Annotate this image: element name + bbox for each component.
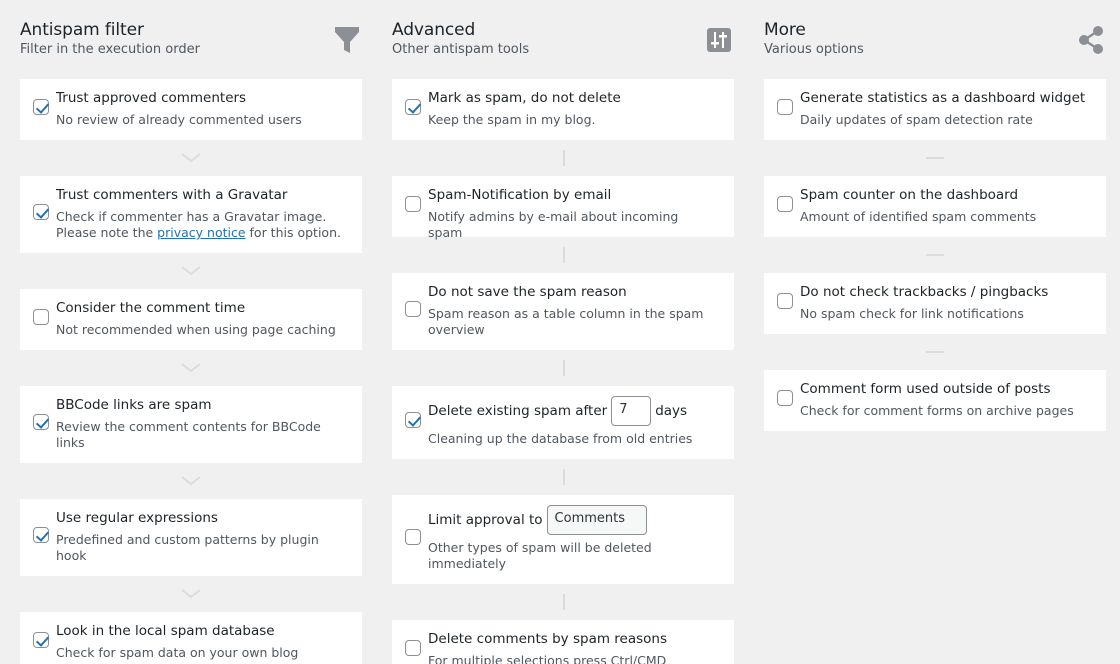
option-description: Keep the spam in my blog.	[428, 112, 596, 127]
label-text: Delete existing spam after	[428, 403, 608, 419]
connector-line	[563, 469, 565, 485]
separator-line	[926, 351, 944, 353]
option-description: Check for spam data on your own blog	[56, 645, 299, 660]
option-no-spam-reason: Do not save the spam reason Spam reason …	[392, 273, 734, 350]
option-description: Not recommended when using page caching	[56, 322, 336, 337]
checkbox[interactable]	[777, 390, 793, 406]
option-description: No review of already commented users	[56, 112, 302, 127]
option-label: Use regular expressions	[56, 510, 218, 526]
checkbox[interactable]	[777, 293, 793, 309]
checkbox[interactable]	[405, 640, 421, 656]
option-label: Delete comments by spam reasons	[428, 631, 667, 647]
checkbox[interactable]	[33, 632, 49, 648]
option-description: Check for comment forms on archive pages	[800, 403, 1074, 418]
option-label: Delete existing spam after 7 days	[428, 396, 720, 426]
checkbox[interactable]	[777, 196, 793, 212]
option-label: Trust approved commenters	[56, 90, 247, 106]
option-spam-counter: Spam counter on the dashboard Amount of …	[764, 176, 1106, 237]
connector-line	[563, 594, 565, 610]
option-label: Do not check trackbacks / pingbacks	[800, 284, 1049, 300]
funnel-icon	[335, 27, 359, 53]
option-description: Notify admins by e-mail about incoming s…	[428, 209, 679, 240]
option-description: Predefined and custom patterns by plugin…	[56, 532, 319, 563]
checkbox[interactable]	[33, 527, 49, 543]
more-column: More Various options Generate statistics…	[764, 0, 1106, 664]
checkbox[interactable]	[777, 99, 793, 115]
option-label: BBCode links are spam	[56, 397, 212, 413]
approval-type-select[interactable]: Comments	[546, 505, 647, 535]
option-label: Spam-Notification by email	[428, 187, 612, 203]
option-label: Spam counter on the dashboard	[800, 187, 1019, 203]
option-label: Limit approval to Comments	[428, 505, 720, 535]
desc-text-after: for this option.	[249, 225, 341, 240]
option-description: Amount of identified spam comments	[800, 209, 1037, 224]
checkbox[interactable]	[33, 204, 49, 220]
option-description: Other types of spam will be deleted imme…	[428, 540, 652, 571]
chevron-down-icon	[181, 266, 201, 276]
option-local-spam-db: Look in the local spam database Check fo…	[20, 612, 362, 664]
option-description: No spam check for link notifications	[800, 306, 1024, 321]
checkbox[interactable]	[33, 309, 49, 325]
column-title: Advanced	[392, 20, 476, 40]
label-text-after: days	[655, 403, 688, 419]
option-delete-by-reason: Delete comments by spam reasons For mult…	[392, 620, 734, 664]
advanced-column: Advanced Other antispam tools Mark as sp…	[392, 0, 734, 664]
option-skip-trackbacks: Do not check trackbacks / pingbacks No s…	[764, 273, 1106, 334]
option-label: Generate statistics as a dashboard widge…	[800, 90, 1086, 106]
connector-line	[563, 360, 565, 376]
option-regexp: Use regular expressions Predefined and c…	[20, 499, 362, 576]
option-dashboard-statistics: Generate statistics as a dashboard widge…	[764, 79, 1106, 140]
advanced-header: Advanced Other antispam tools	[392, 0, 734, 79]
sliders-icon	[707, 28, 731, 52]
label-text: Limit approval to	[428, 512, 543, 528]
chevron-down-icon	[181, 589, 201, 599]
option-trust-gravatar: Trust commenters with a Gravatar Check i…	[20, 176, 362, 253]
connector-line	[563, 247, 565, 263]
column-subtitle: Various options	[764, 42, 864, 57]
option-mark-as-spam: Mark as spam, do not delete Keep the spa…	[392, 79, 734, 140]
option-description: Cleaning up the database from old entrie…	[428, 431, 693, 446]
share-icon	[1079, 26, 1103, 54]
option-label: Consider the comment time	[56, 300, 246, 316]
option-comment-time: Consider the comment time Not recommende…	[20, 289, 362, 350]
option-spam-notification: Spam-Notification by email Notify admins…	[392, 176, 734, 240]
checkbox[interactable]	[405, 412, 421, 428]
chevron-down-icon	[181, 476, 201, 486]
checkbox[interactable]	[405, 99, 421, 115]
option-description: Review the comment contents for BBCode l…	[56, 419, 321, 450]
days-input[interactable]: 7	[611, 396, 652, 426]
option-label: Comment form used outside of posts	[800, 381, 1051, 397]
option-trust-approved: Trust approved commenters No review of a…	[20, 79, 362, 140]
option-limit-approval: Limit approval to Comments Other types of…	[392, 495, 734, 584]
option-comment-form-outside: Comment form used outside of posts Check…	[764, 370, 1106, 431]
checkbox[interactable]	[405, 529, 421, 545]
antispam-filter-header: Antispam filter Filter in the execution …	[20, 0, 362, 79]
option-label: Look in the local spam database	[56, 623, 275, 639]
option-description: Check if commenter has a Gravatar image.…	[56, 209, 344, 241]
option-label: Trust commenters with a Gravatar	[56, 187, 288, 203]
connector-line	[563, 150, 565, 166]
option-description: For multiple selections press Ctrl/CMD	[428, 653, 667, 664]
checkbox[interactable]	[33, 414, 49, 430]
column-title: Antispam filter	[20, 20, 144, 40]
column-title: More	[764, 20, 806, 40]
option-bbcode: BBCode links are spam Review the comment…	[20, 386, 362, 463]
more-header: More Various options	[764, 0, 1106, 79]
separator-line	[926, 157, 944, 159]
option-description: Spam reason as a table column in the spa…	[428, 306, 704, 337]
option-label: Do not save the spam reason	[428, 284, 627, 300]
separator-line	[926, 254, 944, 256]
column-subtitle: Other antispam tools	[392, 42, 530, 57]
option-label: Mark as spam, do not delete	[428, 90, 621, 106]
option-description: Daily updates of spam detection rate	[800, 112, 1033, 127]
checkbox[interactable]	[405, 196, 421, 212]
checkbox[interactable]	[405, 301, 421, 317]
antispam-filter-column: Antispam filter Filter in the execution …	[20, 0, 362, 664]
chevron-down-icon	[181, 363, 201, 373]
checkbox[interactable]	[33, 99, 49, 115]
column-subtitle: Filter in the execution order	[20, 42, 200, 57]
chevron-down-icon	[181, 153, 201, 163]
privacy-notice-link[interactable]: privacy notice	[157, 225, 245, 240]
option-delete-existing-spam: Delete existing spam after 7 days Cleaning…	[392, 386, 734, 459]
